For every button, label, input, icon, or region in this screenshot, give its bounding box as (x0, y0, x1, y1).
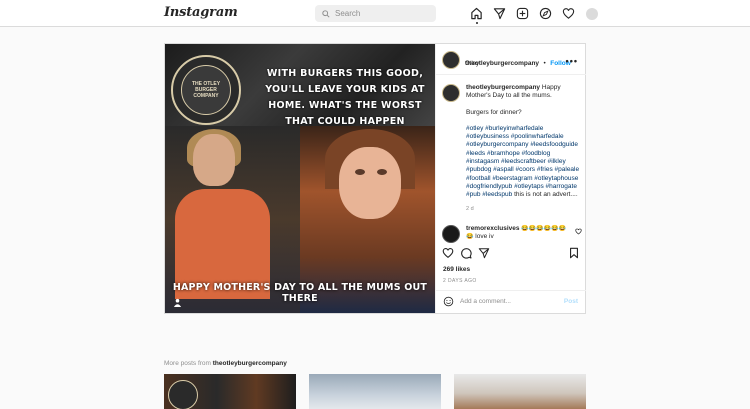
share-icon[interactable] (478, 247, 490, 259)
comment-text: love iv (473, 233, 494, 241)
more-posts-username[interactable]: theotleyburgercompany (213, 360, 287, 367)
more-post-thumbnail[interactable] (164, 374, 296, 409)
post-timestamp[interactable]: 2 DAYS AGO (443, 278, 477, 284)
comment-input[interactable]: Add a comment... (460, 298, 511, 305)
caption-text-2: Burgers for dinner? (466, 108, 522, 116)
caption-time: 2 d (466, 205, 474, 212)
new-post-icon[interactable] (516, 7, 529, 20)
more-options-icon[interactable]: ••• (566, 56, 578, 66)
top-navigation-bar: Instagram Search (0, 0, 750, 27)
post-header: theotleyburgercompany • Follow Otley ••• (436, 44, 586, 75)
caption-username[interactable]: theotleyburgercompany (466, 84, 540, 91)
emoji-icon[interactable] (443, 296, 454, 307)
comment-icon[interactable] (460, 247, 472, 259)
commenter-username[interactable]: tremorexclusives (466, 225, 519, 232)
comment-like-icon[interactable] (575, 228, 582, 235)
more-post-thumbnail[interactable] (454, 374, 586, 409)
brand-badge: THE OTLEY BURGER COMPANY (171, 55, 241, 125)
image-headline: WITH BURGERS THIS GOOD, YOU'LL LEAVE YOU… (265, 68, 425, 127)
post-image[interactable]: THE OTLEY BURGER COMPANY WITH BURGERS TH… (165, 44, 435, 313)
post-location[interactable]: Otley (465, 61, 479, 67)
add-comment-bar: Add a comment... Post (436, 290, 586, 313)
child-portrait (325, 129, 415, 229)
more-posts-grid (164, 374, 586, 409)
post-comment-button[interactable]: Post (564, 298, 578, 305)
post-side-panel: theotleyburgercompany • Follow Otley •••… (435, 44, 586, 313)
more-posts-heading: More posts from theotleyburgercompany (164, 360, 287, 367)
search-placeholder: Search (335, 9, 361, 18)
save-icon[interactable] (568, 247, 580, 259)
post-card: THE OTLEY BURGER COMPANY WITH BURGERS TH… (164, 43, 586, 314)
active-page-indicator (476, 22, 478, 24)
explore-icon[interactable] (539, 7, 552, 20)
search-input[interactable]: Search (315, 5, 436, 22)
more-post-thumbnail[interactable] (309, 374, 441, 409)
post-actions (442, 247, 580, 261)
woman-figure (175, 129, 295, 299)
user-tag-icon[interactable] (173, 298, 182, 307)
author-avatar[interactable] (442, 51, 460, 69)
caption-avatar[interactable] (442, 84, 460, 102)
nav-icons (470, 7, 598, 20)
heart-icon[interactable] (562, 7, 575, 20)
likes-count[interactable]: 269 likes (443, 266, 470, 273)
search-icon (322, 9, 330, 18)
caption-tail: this is not an advert.... (512, 191, 578, 199)
image-caption-overlay: HAPPY MOTHER'S DAY TO ALL THE MUMS OUT T… (172, 282, 428, 304)
like-icon[interactable] (442, 247, 454, 259)
direct-icon[interactable] (493, 7, 506, 20)
commenter-avatar[interactable] (442, 225, 460, 243)
home-icon[interactable] (470, 7, 483, 20)
profile-avatar[interactable] (585, 7, 598, 20)
caption-hashtags[interactable]: #otley #burleyinwharfedale #otleybusines… (466, 125, 579, 198)
instagram-logo[interactable]: Instagram (164, 5, 238, 20)
